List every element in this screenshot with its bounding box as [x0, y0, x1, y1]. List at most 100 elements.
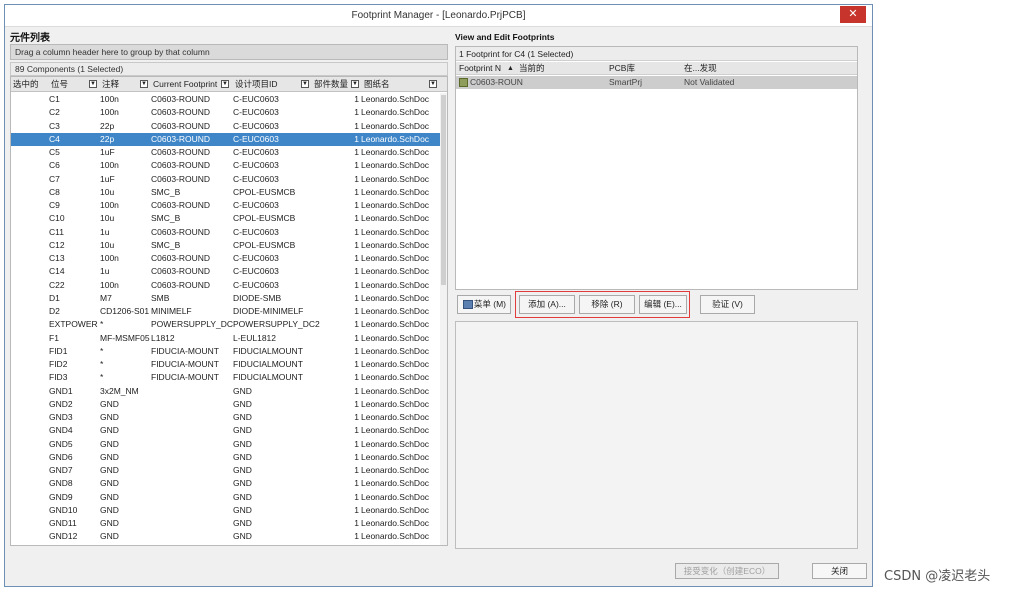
menu-button[interactable]: 菜单 (M)	[457, 295, 511, 314]
design-item-cell: GND	[233, 504, 252, 515]
design-item-cell: C-EUC0603	[233, 147, 279, 157]
footprint-cell: C0603-ROUND	[151, 147, 211, 157]
table-row[interactable]: C4 22p C0603-ROUND C-EUC0603 1 Leonardo.SchDo…	[11, 132, 441, 146]
footprint-found-in: Not Validated	[684, 77, 735, 87]
column-current[interactable]: 当前的	[516, 62, 545, 75]
table-row[interactable]: C12 10u SMC_B CPOL-EUSMCB 1 Leonardo.SchDoc	[11, 239, 441, 252]
table-row[interactable]: C8 10u SMC_B CPOL-EUSMCB 1 Leonardo.SchDoc	[11, 186, 441, 199]
table-row[interactable]: GND11 GND GND 1 Leonardo.SchDoc	[11, 517, 441, 530]
column-selected[interactable]: 选中的	[11, 77, 39, 92]
filter-icon[interactable]: ▼	[89, 80, 97, 88]
table-row[interactable]: FID3 * FIDUCIA-MOUNT FIDUCIALMOUNT 1 Leonardo…	[11, 371, 441, 384]
column-found-in[interactable]: 在...发现	[681, 62, 717, 75]
sheet-name-cell: Leonardo.SchDoc	[361, 518, 430, 528]
table-row[interactable]: C3 22p C0603-ROUND C-EUC0603 1 Leonardo.SchDo…	[11, 120, 441, 133]
table-row[interactable]: GND6 GND GND 1 Leonardo.SchDoc	[11, 451, 441, 464]
table-row[interactable]: F1 MF-MSMF05 L1812 L-EUL1812 1 Leonardo.SchDo…	[11, 332, 441, 345]
close-icon[interactable]: ✕	[840, 6, 866, 23]
design-item-cell: C-EUC0603	[233, 266, 279, 277]
part-count-cell: 1	[354, 186, 359, 197]
comment-cell: 10u	[100, 213, 115, 224]
design-item-cell: GND	[233, 544, 333, 546]
table-row[interactable]: GND9 GND GND 1 Leonardo.SchDoc	[11, 491, 441, 504]
footprint-cell: C0603-ROUND	[151, 226, 211, 237]
table-row[interactable]: D1 M7 SMB DIODE-SMB 1 Leonardo.SchDoc	[11, 292, 441, 305]
table-row[interactable]: GND1 3x2M_NM GND 1 Leonardo.SchDoc	[11, 385, 441, 398]
design-item-cell: CPOL-EUSMCB	[233, 239, 296, 250]
column-part-count[interactable]: 部件数量	[312, 77, 348, 92]
sheet-name-cell: Leonardo.SchDoc	[361, 147, 430, 157]
table-row[interactable]: C13 100n C0603-ROUND C-EUC0603 1 Leonardo.Sch…	[11, 252, 441, 265]
comment-cell: GND	[100, 438, 119, 449]
filter-icon[interactable]: ▼	[351, 80, 359, 88]
table-row[interactable]: C6 100n C0603-ROUND C-EUC0603 1 Leonardo.SchD…	[11, 159, 441, 172]
validate-button[interactable]: 验证 (V)	[700, 295, 755, 314]
table-row[interactable]: C14 1u C0603-ROUND C-EUC0603 1 Leonardo.SchDo…	[11, 265, 441, 278]
table-row[interactable]: C10 10u SMC_B CPOL-EUSMCB 1 Leonardo.SchDoc	[11, 212, 441, 225]
filter-icon[interactable]: ▼	[140, 80, 148, 88]
table-row[interactable]: C2 100n C0603-ROUND C-EUC0603 1 Leonardo.SchD…	[11, 106, 441, 119]
table-row[interactable]: GND2 GND GND 1 Leonardo.SchDoc	[11, 398, 441, 411]
menu-button-label: 菜单 (M)	[473, 299, 506, 309]
table-row[interactable]: GND3 GND GND 1 Leonardo.SchDoc	[11, 411, 441, 424]
vertical-scrollbar[interactable]	[440, 93, 447, 545]
design-item-cell: CPOL-EUSMCB	[233, 186, 296, 197]
accept-changes-button[interactable]: 接受变化（创建ECO）	[675, 563, 779, 579]
table-row[interactable]: GND13GNDGND1Leonardo.SchDoc	[11, 544, 441, 546]
component-count: 89 Components (1 Selected)	[10, 62, 448, 76]
comment-cell: 100n	[100, 94, 119, 104]
component-grid[interactable]: 选中的 位号 ▼ 注释 ▼ Current Footprint ▼ 设计项目ID…	[10, 76, 448, 546]
design-item-cell: DIODE-SMB	[233, 292, 282, 303]
column-footprint-name[interactable]: Footprint N	[456, 62, 501, 75]
table-row[interactable]: EXTPOWER * POWERSUPPLY_DC-2 POWERSUPPLY_DC2…	[11, 318, 441, 331]
group-by-bar[interactable]: Drag a column header here to group by th…	[10, 44, 448, 60]
table-row[interactable]: GND4 GND GND 1 Leonardo.SchDoc	[11, 424, 441, 437]
table-row[interactable]: GND8 GND GND 1 Leonardo.SchDoc	[11, 477, 441, 490]
designator-cell: GND7	[49, 465, 73, 475]
table-row[interactable]: GND7 GND GND 1 Leonardo.SchDoc	[11, 464, 441, 477]
part-count-cell: 1	[354, 107, 359, 118]
column-pcb-library[interactable]: PCB库	[606, 62, 635, 75]
sheet-name-cell: Leonardo.SchDoc	[361, 160, 430, 171]
close-button[interactable]: 关闭	[812, 563, 867, 579]
table-row[interactable]: C5 1uF C0603-ROUND C-EUC0603 1 Leonardo.SchDo…	[11, 146, 441, 159]
design-item-cell: C-EUC0603	[233, 133, 279, 144]
window-title: Footprint Manager - [Leonardo.PrjPCB]	[351, 10, 526, 21]
table-row[interactable]: C7 1uF C0603-ROUND C-EUC0603 1 Leonardo.SchDo…	[11, 173, 441, 186]
design-item-cell: GND	[233, 491, 252, 502]
part-count-cell: 1	[354, 239, 359, 250]
table-row[interactable]: C11 1u C0603-ROUND C-EUC0603 1 Leonardo.SchDo…	[11, 226, 441, 239]
sheet-name-cell: Leonardo.SchDoc	[361, 200, 430, 210]
table-row[interactable]: GND12 GND GND 1 Leonardo.SchDoc	[11, 530, 441, 543]
column-designator[interactable]: 位号	[49, 77, 68, 92]
filter-icon[interactable]: ▼	[301, 80, 309, 88]
table-row[interactable]: D2 CD1206-S01 MINIMELF DIODE-MINIMELF 1 Leona…	[11, 305, 441, 318]
table-row[interactable]: C9 100n C0603-ROUND C-EUC0603 1 Leonardo.SchD…	[11, 199, 441, 212]
table-row[interactable]: C1 100n C0603-ROUND C-EUC0603 1 Leonardo.SchD…	[11, 93, 441, 106]
table-row[interactable]: FID2 * FIDUCIA-MOUNT FIDUCIALMOUNT 1 Leonardo…	[11, 358, 441, 371]
column-sheet-name[interactable]: 图纸名	[362, 77, 390, 92]
column-current-footprint[interactable]: Current Footprint	[151, 77, 217, 92]
table-row[interactable]: FID1 * FIDUCIA-MOUNT FIDUCIALMOUNT 1 Leonardo…	[11, 345, 441, 358]
column-design-item-id[interactable]: 设计项目ID	[233, 77, 278, 92]
filter-icon[interactable]: ▼	[429, 80, 437, 88]
table-row[interactable]: GND10 GND GND 1 Leonardo.SchDoc	[11, 504, 441, 517]
footprint-grid[interactable]: 1 Footprint for C4 (1 Selected) Footprin…	[455, 46, 858, 290]
comment-cell: *	[100, 345, 104, 356]
sheet-name-cell: Leonardo.SchDoc	[361, 359, 430, 369]
designator-cell: GND8	[49, 478, 73, 489]
footprint-cell: FIDUCIA-MOUNT	[151, 359, 219, 369]
comment-cell: GND	[100, 478, 119, 489]
footprint-row[interactable]: C0603-ROUN SmartPrj Not Validated	[456, 76, 857, 89]
sort-asc-icon[interactable]: ▲	[504, 62, 514, 75]
scrollbar-thumb[interactable]	[441, 95, 446, 285]
table-row[interactable]: GND5 GND GND 1 Leonardo.SchDoc	[11, 438, 441, 451]
designator-cell: C4	[49, 133, 60, 144]
column-comment[interactable]: 注释	[100, 77, 119, 92]
table-row[interactable]: C22 100n C0603-ROUND C-EUC0603 1 Leonardo.Sch…	[11, 279, 441, 292]
sheet-name-cell: Leonardo.SchDoc	[361, 173, 430, 184]
designator-cell: F1	[49, 332, 59, 343]
footprint-cell: C0603-ROUND	[151, 94, 211, 104]
designator-cell: GND5	[49, 438, 73, 449]
filter-icon[interactable]: ▼	[221, 80, 229, 88]
